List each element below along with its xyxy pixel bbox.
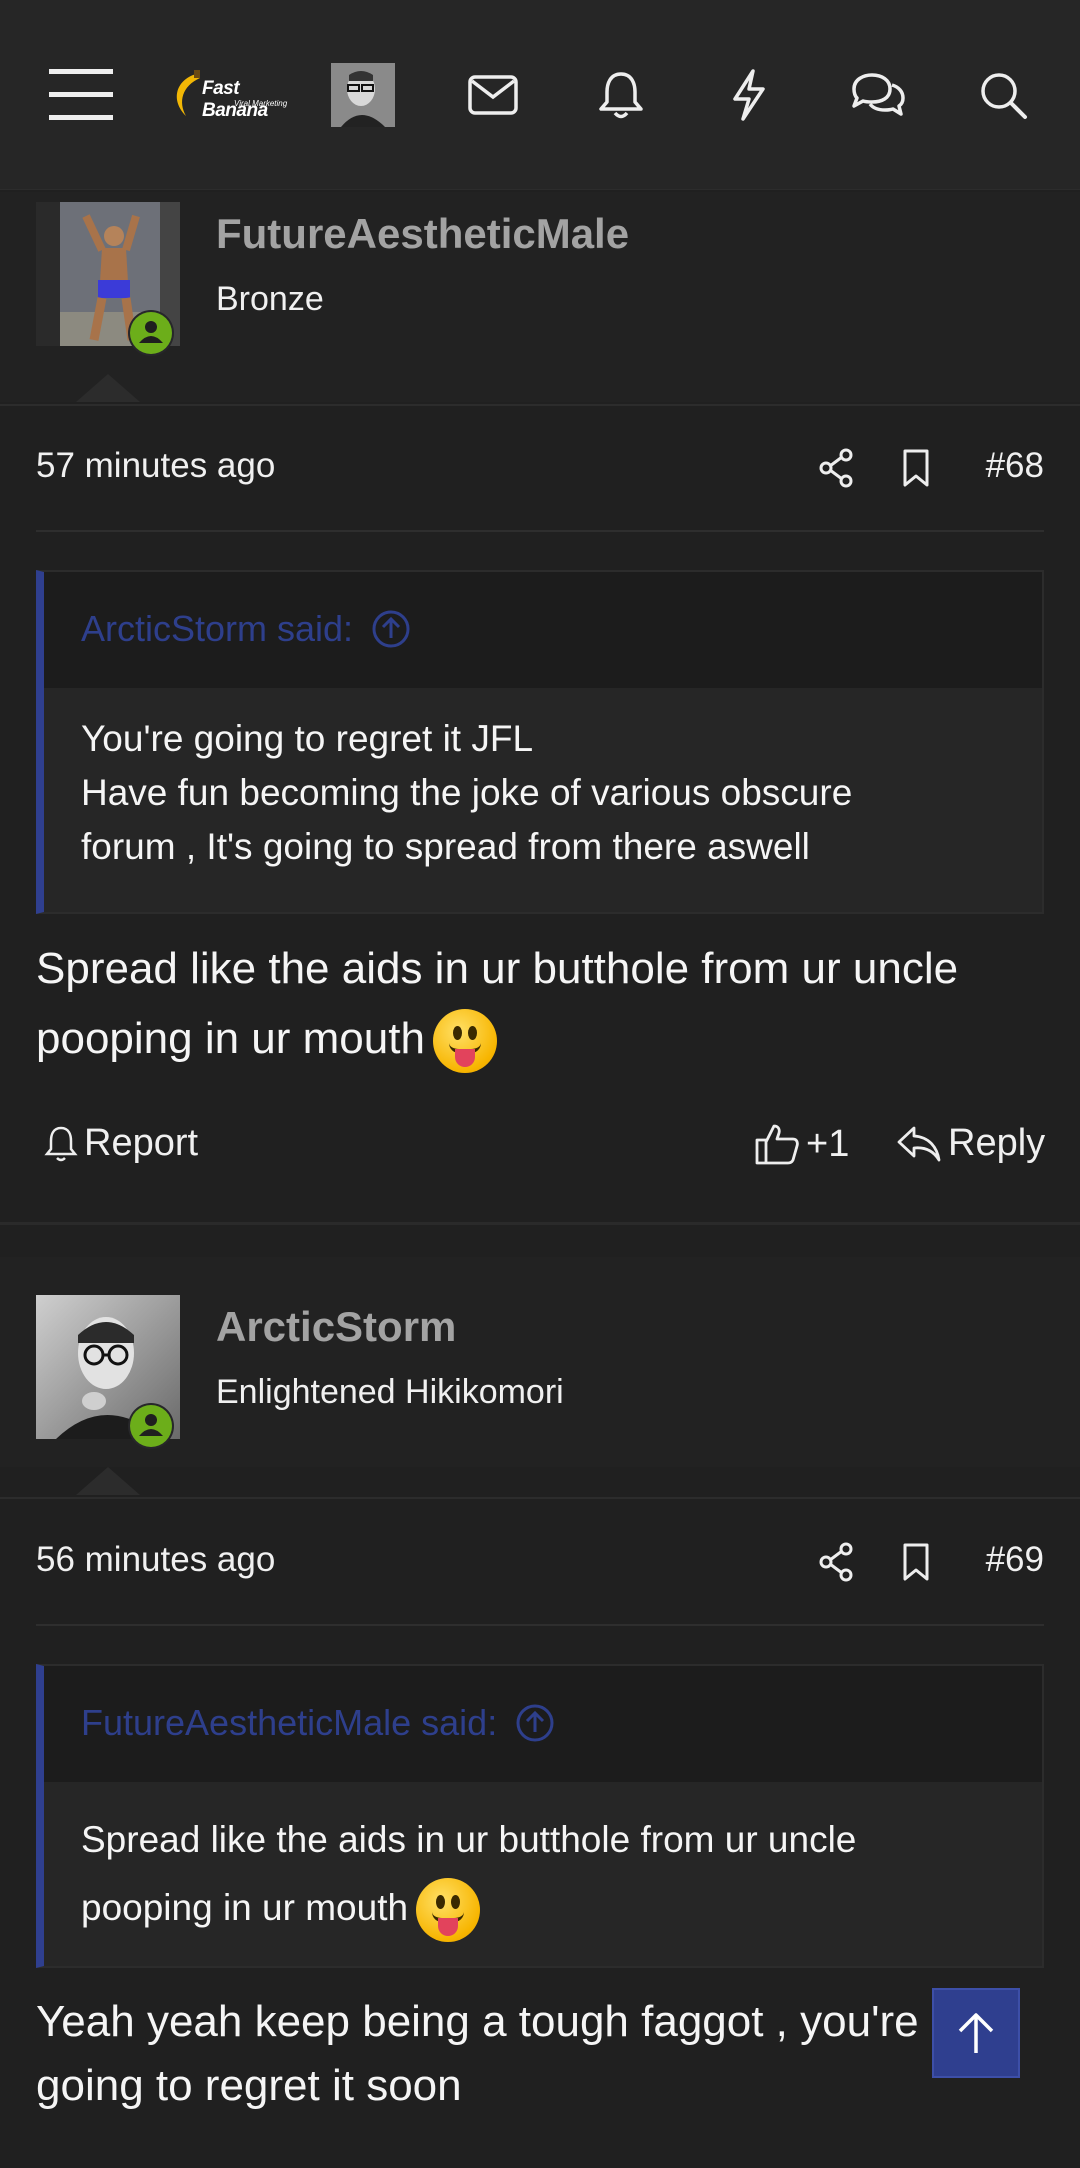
- post-body-line: pooping in ur mouth: [36, 1014, 425, 1063]
- menu-icon[interactable]: [46, 60, 116, 130]
- report-label: Report: [84, 1122, 199, 1164]
- quote-line: Spread like the aids in ur butthole from…: [81, 1819, 857, 1860]
- arrow-up-circle-icon[interactable]: [371, 609, 411, 649]
- post-separator: [0, 1222, 1080, 1225]
- report-button[interactable]: Report: [44, 1122, 198, 1165]
- quote-text: You're going to regret it JFL Have fun b…: [81, 712, 852, 874]
- bookmark-icon[interactable]: [894, 446, 938, 490]
- post-timestamp[interactable]: 57 minutes ago: [36, 446, 275, 486]
- share-icon[interactable]: [814, 446, 858, 490]
- post-timestamp[interactable]: 56 minutes ago: [36, 1540, 275, 1580]
- quote-text: Spread like the aids in ur butthole from…: [81, 1806, 857, 1943]
- arrow-up-circle-icon[interactable]: [515, 1703, 555, 1743]
- bell-icon[interactable]: [586, 60, 656, 130]
- reply-button[interactable]: Reply: [896, 1122, 1045, 1165]
- post-body: Yeah yeah keep being a tough faggot , yo…: [36, 1990, 919, 2118]
- top-navigation-bar: Fast Banana Viral Marketing: [0, 0, 1080, 190]
- search-icon[interactable]: [968, 60, 1038, 130]
- chat-icon[interactable]: [842, 60, 912, 130]
- quote-line: forum , It's going to spread from there …: [81, 826, 810, 867]
- logo-subtitle: Viral Marketing: [234, 99, 288, 108]
- quote-attribution[interactable]: ArcticStorm said:: [81, 608, 411, 650]
- account-avatar[interactable]: [331, 63, 395, 127]
- quote-attribution-text[interactable]: ArcticStorm said:: [81, 608, 353, 650]
- user-title: Enlightened Hikikomori: [216, 1373, 564, 1411]
- divider: [0, 1497, 1080, 1499]
- arrow-up-icon: [958, 2013, 994, 2053]
- share-icon[interactable]: [814, 1540, 858, 1584]
- quote-line: Have fun becoming the joke of various ob…: [81, 772, 853, 813]
- online-status-icon: [128, 1403, 174, 1449]
- bolt-icon[interactable]: [714, 60, 784, 130]
- bookmark-icon[interactable]: [894, 1540, 938, 1584]
- reply-icon: [897, 1126, 941, 1161]
- bell-icon: [44, 1126, 78, 1161]
- like-button[interactable]: +1: [754, 1122, 849, 1166]
- like-count: +1: [806, 1122, 850, 1165]
- post-number[interactable]: #69: [986, 1540, 1044, 1580]
- user-title: Bronze: [216, 280, 324, 318]
- post-body-line: going to regret it soon: [36, 2061, 462, 2110]
- post-author-block: ArcticStorm Enlightened Hikikomori: [0, 1257, 1080, 1495]
- post-body-line: Spread like the aids in ur butthole from…: [36, 944, 959, 993]
- divider: [36, 1624, 1044, 1626]
- quote-attribution[interactable]: FutureAestheticMale said:: [81, 1702, 555, 1744]
- post-author-block: FutureAestheticMale Bronze: [0, 192, 1080, 402]
- quote-line: pooping in ur mouth: [81, 1887, 409, 1928]
- quote-block: ArcticStorm said: You're going to regret…: [36, 570, 1044, 914]
- online-status-icon: [128, 310, 174, 356]
- site-logo[interactable]: Fast Banana Viral Marketing: [166, 66, 296, 122]
- banana-icon: [176, 70, 200, 116]
- author-notch: [76, 1467, 140, 1495]
- divider: [0, 404, 1080, 406]
- post-body: Spread like the aids in ur butthole from…: [36, 934, 958, 1074]
- username[interactable]: FutureAestheticMale: [216, 210, 629, 258]
- post-number[interactable]: #68: [986, 446, 1044, 486]
- author-notch: [76, 374, 140, 402]
- post-actions: Report +1 Reply: [0, 1118, 1080, 1178]
- username[interactable]: ArcticStorm: [216, 1303, 456, 1351]
- quote-block: FutureAestheticMale said: Spread like th…: [36, 1664, 1044, 1968]
- scroll-to-top-button[interactable]: [932, 1988, 1020, 2078]
- quote-attribution-text[interactable]: FutureAestheticMale said:: [81, 1702, 497, 1744]
- quote-line: You're going to regret it JFL: [81, 718, 534, 759]
- envelope-icon[interactable]: [458, 60, 528, 130]
- tongue-out-emoji-icon: [432, 1009, 497, 1074]
- reply-label: Reply: [948, 1122, 1046, 1164]
- thumbs-up-icon: [755, 1124, 799, 1165]
- divider: [36, 530, 1044, 532]
- post-body-line: Yeah yeah keep being a tough faggot , yo…: [36, 1997, 919, 2046]
- tongue-out-emoji-icon: [416, 1878, 481, 1943]
